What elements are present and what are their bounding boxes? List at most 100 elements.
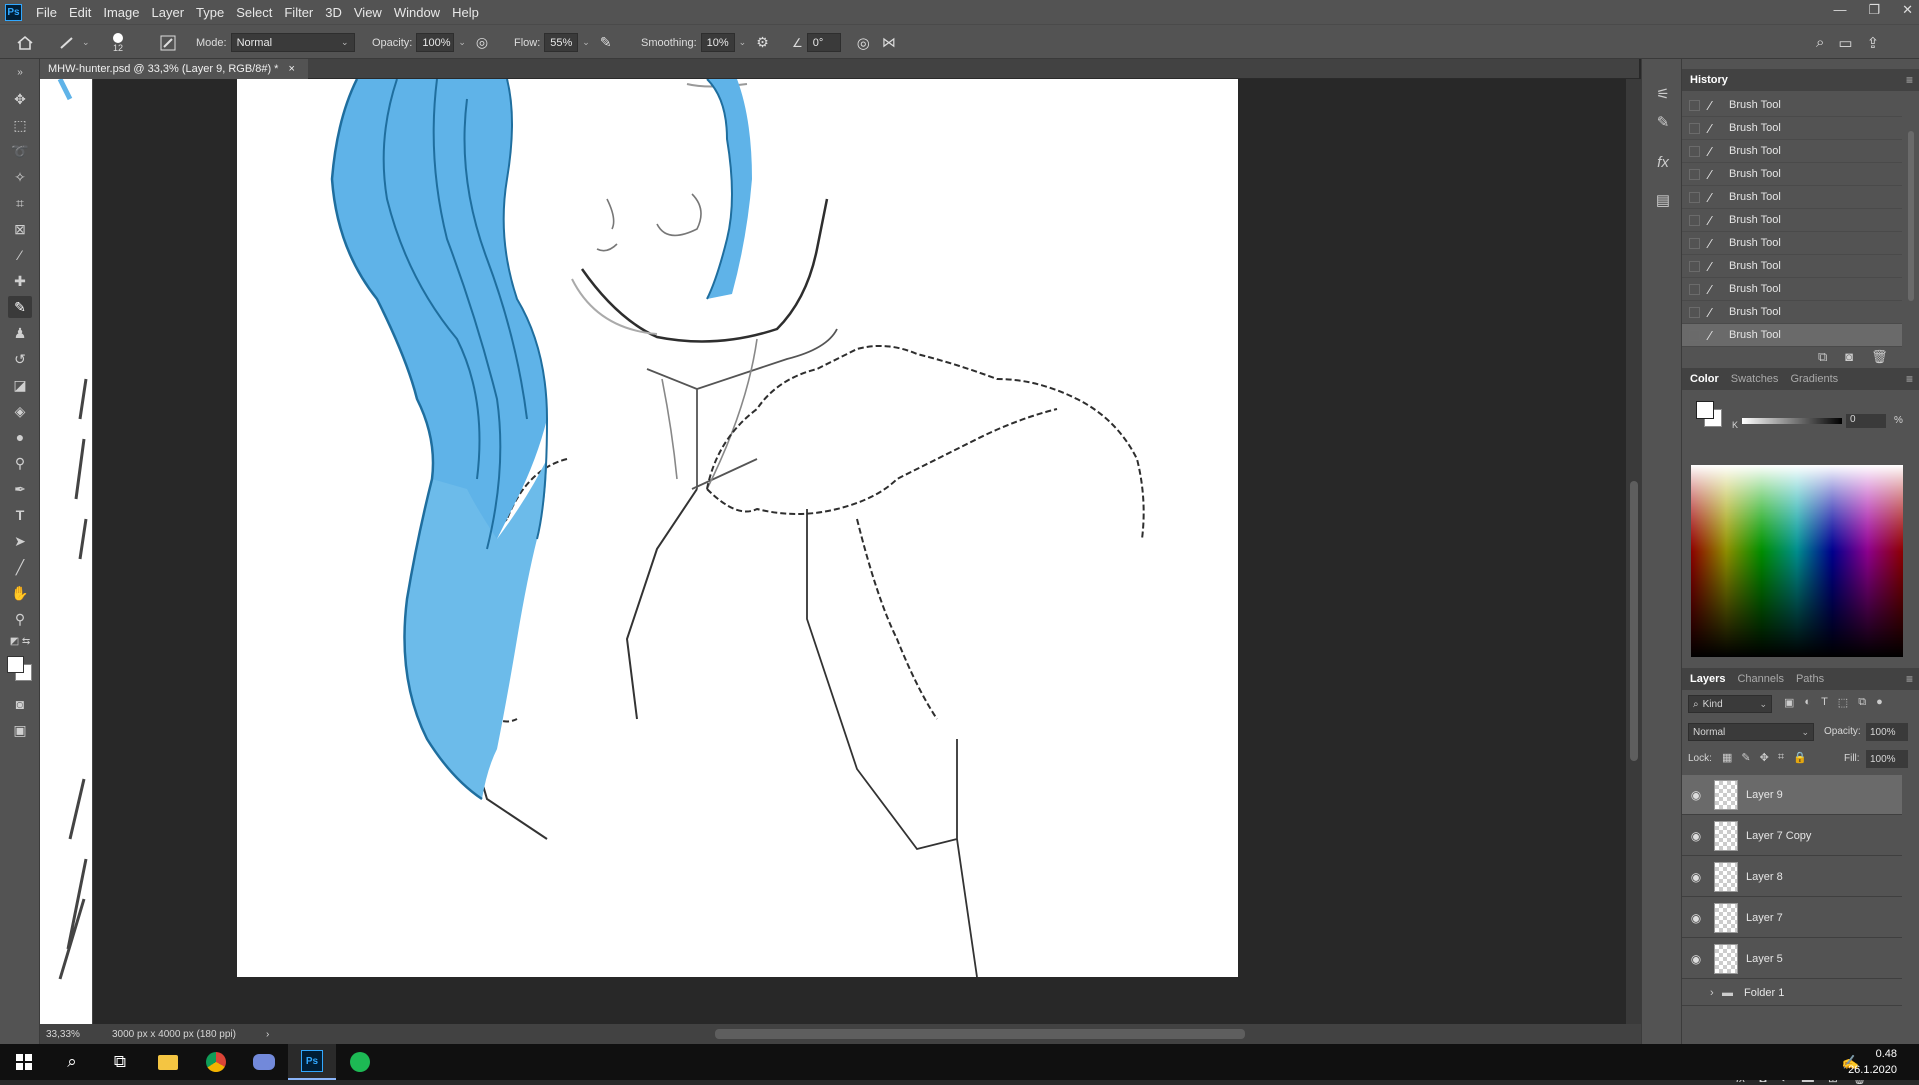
quick-mask-icon[interactable]: ◙ [8,693,32,715]
layer-row[interactable]: ◉ Layer 8 [1682,857,1902,897]
k-slider[interactable] [1742,418,1842,424]
history-item[interactable]: ⁄ Brush Tool [1682,209,1902,232]
canvas-area[interactable] [40,79,1626,1024]
horizontal-scroll-thumb[interactable] [715,1029,1245,1039]
brush-size-picker[interactable]: 12 [113,25,123,60]
layer-row[interactable]: ◉ Layer 7 [1682,898,1902,938]
menu-filter[interactable]: Filter [278,5,319,20]
crop-tool-icon[interactable]: ⌗ [8,192,32,214]
frame-tool-icon[interactable]: ⊠ [8,218,32,240]
gear-icon[interactable]: ⚙ [756,34,769,51]
chevron-right-icon[interactable]: › [1710,987,1722,999]
menu-layer[interactable]: Layer [146,5,191,20]
tab-paths[interactable]: Paths [1796,673,1824,685]
new-document-from-state-icon[interactable]: ⧉ [1818,349,1827,365]
task-view-icon[interactable]: ⧉ [96,1044,144,1080]
panel-menu-icon[interactable]: ≡ [1906,372,1913,386]
close-tab-icon[interactable]: × [288,63,294,75]
lock-all-icon[interactable]: 🔒 [1793,751,1807,764]
clone-stamp-tool-icon[interactable]: ♟ [8,322,32,344]
paint-bucket-tool-icon[interactable]: ◈ [8,400,32,422]
layer-filter-kind[interactable]: ⌕ Kind ⌄ [1688,695,1772,713]
smoothing-input[interactable]: 10% [700,33,735,52]
artboard[interactable] [237,79,1238,978]
minimize-icon[interactable]: — [1833,2,1846,18]
adjustments-icon[interactable]: ⚟ [1652,83,1674,105]
search-icon[interactable]: ⌕ [48,1044,96,1080]
line-tool-icon[interactable]: ╱ [8,556,32,578]
history-checkbox[interactable] [1689,122,1700,134]
menu-3d[interactable]: 3D [319,5,348,20]
color-spectrum[interactable] [1691,465,1903,657]
brush-tool-icon[interactable]: ✎ [8,296,32,318]
flow-input[interactable]: 55% [544,33,579,52]
panel-menu-icon[interactable]: ≡ [1906,672,1913,686]
hand-tool-icon[interactable]: ✋ [8,582,32,604]
history-item-current[interactable]: ⁄ Brush Tool [1682,324,1902,347]
menu-file[interactable]: File [30,5,63,20]
history-item[interactable]: ⁄ Brush Tool [1682,186,1902,209]
marquee-tool-icon[interactable]: ⬚ [8,114,32,136]
history-tab[interactable]: History [1690,74,1728,86]
healing-brush-tool-icon[interactable]: ✚ [8,270,32,292]
collapse-toolbar-icon[interactable]: » [8,67,32,78]
eye-icon[interactable]: ◉ [1682,911,1710,925]
history-checkbox[interactable] [1689,191,1700,203]
history-item[interactable]: ⁄ Brush Tool [1682,278,1902,301]
default-colors-icon[interactable]: ◩ ⇆ [8,635,32,647]
history-checkbox[interactable] [1689,214,1700,226]
taskbar-clock[interactable]: 0.48 26.1.2020 [1848,1046,1897,1078]
history-checkbox[interactable] [1689,168,1700,180]
status-menu-icon[interactable]: › [260,1029,269,1040]
vertical-scroll-thumb[interactable] [1630,481,1638,761]
layer-row[interactable]: ◉ Layer 9 [1682,775,1902,815]
brush-tool-preset-icon[interactable]: ⌄ [58,25,90,60]
flow-chevron-icon[interactable]: ⌄ [582,37,590,48]
history-item[interactable]: ⁄ Brush Tool [1682,94,1902,117]
blur-tool-icon[interactable]: ● [8,426,32,448]
filter-type-icon[interactable]: T [1821,696,1828,709]
mode-select[interactable]: Normal ⌄ [230,33,355,52]
history-item[interactable]: ⁄ Brush Tool [1682,301,1902,324]
lock-pixels-icon[interactable]: ✎ [1741,751,1750,764]
history-checkbox[interactable] [1689,283,1700,295]
drawing-canvas[interactable] [237,79,1238,978]
color-swatches[interactable] [5,654,35,684]
brush-settings-icon[interactable] [160,25,176,60]
lasso-tool-icon[interactable]: ➰ [8,140,32,162]
airbrush-icon[interactable]: ✎ [600,34,612,51]
menu-edit[interactable]: Edit [63,5,97,20]
symmetry-icon[interactable]: ⋈ [882,34,896,51]
eye-icon[interactable]: ◉ [1682,829,1710,843]
vertical-scrollbar[interactable] [1626,79,1641,1024]
tab-gradients[interactable]: Gradients [1790,373,1838,385]
folder-row[interactable]: › ▬ Folder 1 [1682,980,1902,1006]
history-item[interactable]: ⁄ Brush Tool [1682,255,1902,278]
filter-adjustment-icon[interactable]: ◐ [1804,696,1811,709]
eraser-tool-icon[interactable]: ◪ [8,374,32,396]
libraries-icon[interactable]: ▤ [1652,189,1674,211]
history-item[interactable]: ⁄ Brush Tool [1682,117,1902,140]
workspace-icon[interactable]: ▭ [1838,34,1852,52]
document-tab[interactable]: MHW-hunter.psd @ 33,3% (Layer 9, RGB/8#)… [40,59,308,79]
foreground-color-swatch[interactable] [7,656,24,673]
menu-view[interactable]: View [348,5,388,20]
color-fg-swatch[interactable] [1696,401,1714,419]
brush-settings-panel-icon[interactable]: ✎ [1652,111,1674,133]
lock-transparency-icon[interactable]: ▦ [1722,751,1732,764]
photoshop-taskbar-icon[interactable]: Ps [288,1044,336,1080]
eye-icon[interactable]: ◉ [1682,788,1710,802]
screen-mode-icon[interactable]: ▣ [8,719,32,741]
pen-tool-icon[interactable]: ✒ [8,478,32,500]
layer-row[interactable]: ◉ Layer 7 Copy [1682,816,1902,856]
trash-icon[interactable]: 🗑 [1871,349,1888,365]
history-checkbox[interactable] [1689,260,1700,272]
path-selection-tool-icon[interactable]: ➤ [8,530,32,552]
file-explorer-icon[interactable] [144,1044,192,1080]
angle-input[interactable]: 0° [806,33,841,52]
history-scroll-thumb[interactable] [1908,131,1914,301]
panel-menu-icon[interactable]: ≡ [1906,73,1913,87]
discord-icon[interactable] [240,1044,288,1080]
history-checkbox[interactable] [1689,306,1700,318]
tab-channels[interactable]: Channels [1737,673,1783,685]
